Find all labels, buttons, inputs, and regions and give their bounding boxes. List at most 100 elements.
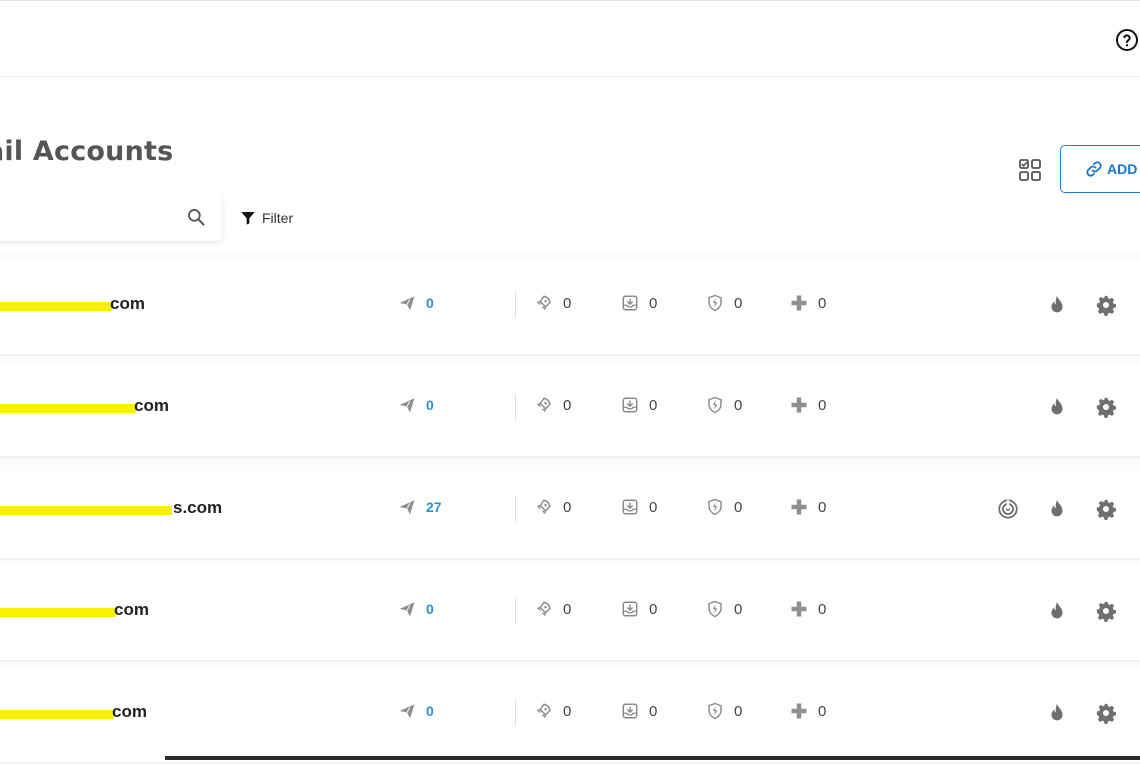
top-bar: [0, 0, 1140, 77]
gear-icon[interactable]: [1095, 600, 1117, 622]
spam-saved-count: 0: [734, 702, 743, 720]
health-count: 0: [818, 600, 827, 618]
flame-icon[interactable]: [1046, 600, 1068, 622]
warmup-sent-count: 0: [563, 396, 572, 414]
account-email[interactable]: com: [114, 600, 149, 620]
spam-saved-stat: 0: [706, 702, 742, 720]
inbox-icon: [622, 601, 638, 617]
inbox-count: 0: [649, 498, 658, 516]
health-stat: 0: [790, 702, 826, 720]
inbox-stat: 0: [621, 396, 657, 414]
account-email[interactable]: com: [110, 294, 145, 314]
account-email[interactable]: s.com: [173, 498, 222, 518]
send-icon: [399, 704, 415, 719]
inbox-stat: 0: [621, 498, 657, 516]
spam-saved-count: 0: [734, 396, 743, 414]
warmup-sent-count: 0: [563, 498, 572, 516]
spam-saved-stat: 0: [706, 498, 742, 516]
warmup-sent-stat: 0: [535, 498, 571, 516]
spam-saved-stat: 0: [706, 600, 742, 618]
warmup-target-icon[interactable]: [997, 498, 1019, 520]
health-stat: 0: [790, 396, 826, 414]
gear-icon[interactable]: [1095, 396, 1117, 418]
sent-count: 0: [426, 703, 434, 719]
grid-view-icon[interactable]: [1018, 158, 1042, 182]
spam-saved-count: 0: [734, 600, 743, 618]
search-input[interactable]: [0, 193, 170, 241]
inbox-icon: [622, 703, 638, 719]
divider: [515, 700, 516, 726]
warmup-sent-count: 0: [563, 294, 572, 312]
inbox-stat: 0: [621, 294, 657, 312]
rocket-icon: [536, 397, 551, 413]
account-email[interactable]: com: [112, 702, 147, 722]
redaction-mark: [0, 710, 114, 719]
shield-icon: [708, 498, 722, 516]
send-icon: [399, 602, 415, 617]
send-icon: [399, 500, 415, 515]
redaction-mark: [0, 608, 116, 617]
plus-icon: [791, 499, 807, 515]
plus-icon: [791, 703, 807, 719]
sent-count: 0: [426, 601, 434, 617]
inbox-count: 0: [649, 396, 658, 414]
sent-count: 0: [426, 295, 434, 311]
gear-icon[interactable]: [1095, 294, 1117, 316]
gear-icon[interactable]: [1095, 702, 1117, 724]
inbox-icon: [622, 295, 638, 311]
health-stat: 0: [790, 600, 826, 618]
health-count: 0: [818, 294, 827, 312]
account-row[interactable]: com 0 0 0 0 0: [0, 356, 1140, 458]
flame-icon[interactable]: [1046, 396, 1068, 418]
send-icon: [399, 398, 415, 413]
account-row[interactable]: s.com 27 0 0 0 0: [0, 458, 1140, 560]
inbox-count: 0: [649, 600, 658, 618]
accounts-list: com 0 0 0 0 0 com 0 0 0 0 0 s.com 27 0 0…: [0, 254, 1140, 764]
inbox-icon: [622, 397, 638, 413]
redaction-mark: [0, 506, 172, 515]
sent-stat: 0: [398, 600, 434, 618]
spam-saved-count: 0: [734, 498, 743, 516]
add-account-button[interactable]: ADD: [1060, 145, 1140, 193]
spam-saved-stat: 0: [706, 396, 742, 414]
health-stat: 0: [790, 498, 826, 516]
link-icon: [1086, 161, 1102, 177]
flame-icon[interactable]: [1046, 498, 1068, 520]
warmup-sent-stat: 0: [535, 600, 571, 618]
flame-icon[interactable]: [1046, 702, 1068, 724]
inbox-count: 0: [649, 294, 658, 312]
divider: [515, 496, 516, 522]
gear-icon[interactable]: [1095, 498, 1117, 520]
shield-icon: [708, 294, 722, 312]
spam-saved-stat: 0: [706, 294, 742, 312]
spam-saved-count: 0: [734, 294, 743, 312]
filter-label: Filter: [262, 210, 294, 226]
warmup-sent-stat: 0: [535, 294, 571, 312]
account-row[interactable]: com 0 0 0 0 0: [0, 662, 1140, 764]
sent-count: 0: [426, 397, 434, 413]
health-count: 0: [818, 498, 827, 516]
flame-icon[interactable]: [1046, 294, 1068, 316]
rocket-icon: [536, 601, 551, 617]
sent-stat: 0: [398, 396, 434, 414]
divider: [515, 598, 516, 624]
filter-button[interactable]: Filter: [240, 206, 293, 230]
plus-icon: [791, 397, 807, 413]
inbox-stat: 0: [621, 600, 657, 618]
account-email[interactable]: com: [134, 396, 169, 416]
rocket-icon: [536, 499, 551, 515]
shield-icon: [708, 396, 722, 414]
bottom-scrollbar[interactable]: [165, 756, 1140, 760]
plus-icon: [791, 295, 807, 311]
search-icon[interactable]: [186, 207, 206, 227]
account-row[interactable]: com 0 0 0 0 0: [0, 560, 1140, 662]
help-icon[interactable]: [1115, 28, 1139, 52]
health-count: 0: [818, 702, 827, 720]
warmup-sent-count: 0: [563, 600, 572, 618]
add-label: ADD: [1107, 161, 1138, 177]
shield-icon: [708, 702, 722, 720]
rocket-icon: [536, 295, 551, 311]
account-row[interactable]: com 0 0 0 0 0: [0, 254, 1140, 356]
rocket-icon: [536, 703, 551, 719]
search-box: [0, 193, 222, 241]
